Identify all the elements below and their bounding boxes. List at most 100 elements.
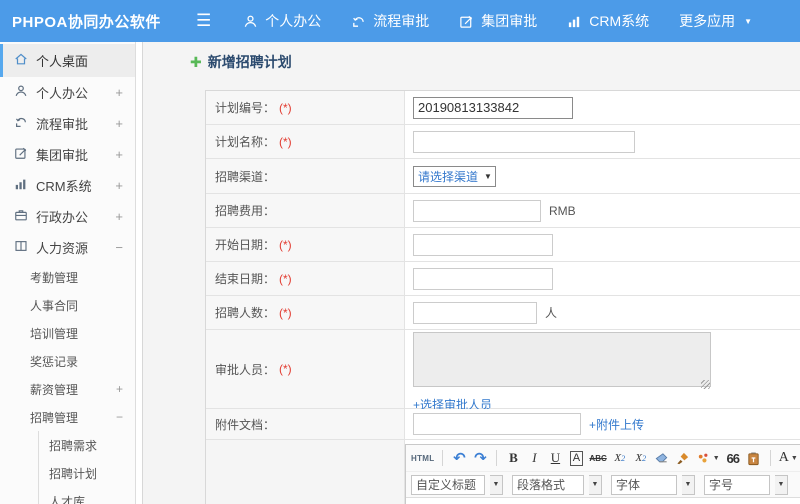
editor-toolbar-row1: HTML ↶ ↷ B I U A ABC X2 X2 ▼ 66 A ▼ bbox=[406, 445, 800, 471]
attachment-upload-link[interactable]: +附件上传 bbox=[589, 416, 644, 433]
sidebar-subitem-salary[interactable]: 薪资管理 + bbox=[0, 375, 135, 403]
sidebar-item-hr[interactable]: 人力资源 − bbox=[0, 232, 135, 263]
nav-item-label: 集团审批 bbox=[481, 13, 538, 29]
nav-item-group-approval[interactable]: 集团审批 bbox=[459, 11, 537, 31]
nav-item-more-apps[interactable]: 更多应用 ▼ bbox=[679, 11, 752, 31]
sidebar-subitem-label: 奖惩记录 bbox=[30, 354, 79, 369]
attachment-input[interactable] bbox=[413, 413, 581, 435]
sidebar-item-desktop[interactable]: 个人桌面 bbox=[0, 44, 135, 77]
nav-item-label: 流程审批 bbox=[373, 13, 430, 29]
plus-icon: ✚ bbox=[190, 53, 202, 70]
user-icon bbox=[14, 84, 28, 101]
custom-title-combo[interactable]: 自定义标题 bbox=[411, 474, 485, 495]
sidebar-item-crm[interactable]: CRM系统 + bbox=[0, 170, 135, 201]
channel-select[interactable]: 请选择渠道 ▼ bbox=[413, 165, 496, 187]
sidebar-subitem-training[interactable]: 培训管理 bbox=[0, 319, 135, 347]
field-input-cell bbox=[405, 228, 800, 261]
field-label-cell: 结束日期： (*) bbox=[206, 262, 405, 295]
sidebar-subitem-rewards[interactable]: 奖惩记录 bbox=[0, 347, 135, 375]
plan-number-input[interactable] bbox=[413, 96, 573, 119]
chevron-down-icon[interactable]: ▼ bbox=[682, 474, 695, 495]
sidebar-subsubitem-label: 招聘需求 bbox=[49, 438, 98, 453]
chevron-down-icon[interactable]: ▼ bbox=[490, 474, 503, 495]
sidebar-scrollbar-rail[interactable] bbox=[136, 42, 143, 504]
sidebar-item-label: 人力资源 bbox=[36, 241, 89, 256]
approvers-textarea-wrap bbox=[413, 331, 711, 390]
approvers-textarea[interactable] bbox=[413, 331, 711, 387]
undo-icon[interactable]: ↶ bbox=[451, 448, 467, 468]
top-navbar: PHPOA协同办公软件 ☰ 个人办公 流程审批 集团审批 CRM系统 更多应用 … bbox=[0, 0, 800, 42]
chevron-down-icon[interactable]: ▼ bbox=[775, 474, 788, 495]
channel-select-value: 请选择渠道 bbox=[418, 169, 479, 184]
edit-icon bbox=[459, 14, 474, 29]
form-row-start-date: 开始日期： (*) bbox=[206, 228, 800, 262]
field-label-cell bbox=[206, 440, 405, 504]
flow-icon bbox=[351, 14, 366, 29]
sidebar-subitem-attendance[interactable]: 考勤管理 bbox=[0, 263, 135, 291]
sidebar-subsubitem-recruit-demand[interactable]: 招聘需求 bbox=[39, 431, 135, 459]
fee-unit-label: RMB bbox=[549, 203, 576, 218]
resize-grip-icon[interactable] bbox=[701, 379, 710, 389]
fee-input[interactable] bbox=[413, 199, 541, 222]
blockquote-button[interactable]: 66 bbox=[725, 448, 741, 468]
nav-item-process-approval[interactable]: 流程审批 bbox=[351, 11, 429, 31]
superscript-button[interactable]: X2 bbox=[612, 448, 628, 468]
eraser-icon[interactable] bbox=[654, 448, 670, 468]
sidebar-item-process-approval[interactable]: 流程审批 + bbox=[0, 108, 135, 139]
underline-button[interactable]: U bbox=[547, 448, 563, 468]
font-family-combo[interactable]: 字体 bbox=[611, 474, 677, 495]
toolbar-separator bbox=[769, 450, 771, 466]
paragraph-format-combo[interactable]: 段落格式 bbox=[512, 474, 584, 495]
sidebar-item-admin-office[interactable]: 行政办公 + bbox=[0, 201, 135, 232]
field-label-cell: 计划编号： (*) bbox=[206, 91, 405, 124]
sidebar-item-group-approval[interactable]: 集团审批 + bbox=[0, 139, 135, 170]
format-brush-icon[interactable] bbox=[675, 448, 691, 468]
bold-button[interactable]: B bbox=[505, 448, 521, 468]
sidebar-subitem-label: 招聘管理 bbox=[30, 410, 79, 425]
end-date-input[interactable] bbox=[413, 267, 553, 290]
expand-icon[interactable]: + bbox=[115, 85, 123, 100]
sidebar-subitem-hr-contract[interactable]: 人事合同 bbox=[0, 291, 135, 319]
nav-item-label: 个人办公 bbox=[265, 13, 322, 29]
font-color-button[interactable]: A ▼ bbox=[779, 448, 798, 468]
headcount-input[interactable] bbox=[413, 301, 537, 324]
field-label: 开始日期： bbox=[215, 238, 276, 252]
redo-icon[interactable]: ↷ bbox=[472, 448, 488, 468]
font-style-button[interactable]: A bbox=[568, 448, 584, 468]
strikethrough-button[interactable]: ABC bbox=[589, 448, 606, 468]
paste-text-icon[interactable] bbox=[746, 448, 762, 468]
user-icon bbox=[243, 14, 258, 29]
sidebar-item-label: 个人桌面 bbox=[36, 54, 89, 69]
subscript-button[interactable]: X2 bbox=[633, 448, 649, 468]
field-input-cell: RMB bbox=[405, 194, 800, 227]
required-marker: (*) bbox=[279, 237, 292, 252]
expand-icon[interactable]: + bbox=[115, 147, 123, 162]
sidebar-recruit-children: 招聘需求 招聘计划 人才库 bbox=[38, 431, 135, 504]
nav-item-crm[interactable]: CRM系统 bbox=[567, 11, 649, 31]
color-splash-icon[interactable]: ▼ bbox=[696, 448, 720, 468]
sidebar-subsubitem-recruit-plan[interactable]: 招聘计划 bbox=[39, 459, 135, 487]
chevron-down-icon: ▼ bbox=[712, 454, 720, 462]
start-date-input[interactable] bbox=[413, 233, 553, 256]
editor-content-area[interactable] bbox=[406, 497, 800, 504]
home-icon bbox=[14, 52, 28, 69]
chevron-down-icon[interactable]: ▼ bbox=[589, 474, 602, 495]
sidebar-item-personal-office[interactable]: 个人办公 + bbox=[0, 77, 135, 108]
plan-name-input[interactable] bbox=[413, 130, 635, 153]
expand-icon[interactable]: + bbox=[115, 178, 123, 193]
editor-toolbar-row2: 自定义标题 ▼ 段落格式 ▼ 字体 ▼ 字号 ▼ bbox=[406, 471, 800, 497]
expand-icon[interactable]: + bbox=[115, 116, 123, 131]
expand-icon[interactable]: + bbox=[116, 382, 123, 396]
hamburger-icon[interactable]: ☰ bbox=[196, 11, 211, 31]
expand-icon[interactable]: + bbox=[115, 209, 123, 224]
nav-item-personal-office[interactable]: 个人办公 bbox=[243, 11, 321, 31]
html-source-button[interactable]: HTML bbox=[411, 448, 434, 468]
collapse-icon[interactable]: − bbox=[115, 240, 123, 255]
sidebar-subitem-recruit-mgmt[interactable]: 招聘管理 − bbox=[0, 403, 135, 431]
collapse-icon[interactable]: − bbox=[116, 410, 123, 424]
font-size-combo[interactable]: 字号 bbox=[704, 474, 770, 495]
form-row-end-date: 结束日期： (*) bbox=[206, 262, 800, 296]
page-layout: 个人桌面 个人办公 + 流程审批 + 集团审批 + CRM系统 + 行政办公 + bbox=[0, 42, 800, 504]
italic-button[interactable]: I bbox=[526, 448, 542, 468]
sidebar-subsubitem-talent-pool[interactable]: 人才库 bbox=[39, 487, 135, 504]
